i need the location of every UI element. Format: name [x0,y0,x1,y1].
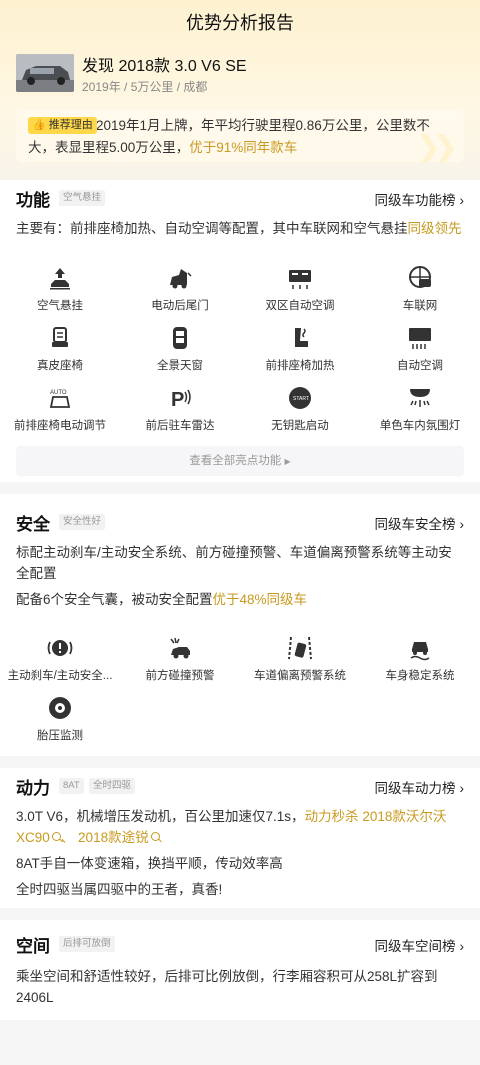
chevron-right-icon: › [459,939,465,954]
safety-item[interactable]: 车道偏离预警系统 [240,635,360,683]
feature-item[interactable]: START 无钥匙启动 [240,385,360,433]
power-highlight: 动力秒杀 [304,809,359,824]
power-line-3: 全时四驱当属四驱中的王者，真香! [16,882,223,897]
ambient-light-icon [410,389,430,407]
function-badge: 空气悬挂 [59,190,106,206]
feature-item[interactable]: 单色车内氛围灯 [360,385,480,433]
function-description: 主要有：前排座椅加热、自动空调等配置，其中车联网和空气悬挂同级领先 [16,221,462,236]
page-title: 优势分析报告 [186,13,294,33]
stability-control-icon [410,642,430,661]
seat-heating-icon [295,328,308,347]
feature-item[interactable]: 前排座椅加热 [240,325,360,373]
space-description: 乘坐空间和舒适性较好，后排可比例放倒，行李厢容积可从258L扩容到2406L [16,969,438,1005]
car-summary[interactable]: 发现 2018款 3.0 V6 SE 2019年 / 5万公里 / 成都 [16,48,456,96]
svg-text:AUTO: AUTO [50,390,67,396]
recommend-highlight: 优于91%同年款车 [189,140,298,155]
safety-badge: 安全性好 [59,514,106,530]
feature-item[interactable]: AUTO 前排座椅电动调节 [0,385,120,433]
power-header: 动力 8AT 全时四驱 同级车动力榜 › [16,768,464,802]
power-line-1: 3.0T V6，机械增压发动机，百公里加速仅7.1s，动力秒杀 2018款沃尔沃… [16,809,447,845]
safety-item[interactable]: 胎压监测 [0,695,120,743]
function-rank-link[interactable]: 同级车功能榜 › [375,189,465,209]
safety-description: 标配主动刹车/主动安全系统、前方碰撞预警、车道偏离预警系统等主动安全配置 [16,545,452,581]
parking-radar-icon: P [171,389,191,411]
feature-item[interactable]: 真皮座椅 [0,325,120,373]
safety-header: 安全 安全性好 同级车安全榜 › [16,504,464,538]
space-badge: 后排可放倒 [59,936,115,952]
feature-item[interactable]: 自动空调 [360,325,480,373]
power-badge-transmission: 8AT [59,778,84,794]
svg-text:P: P [171,389,184,411]
power-tailgate-icon [170,269,192,289]
air-suspension-icon [50,268,70,290]
function-card: 功能 空气悬挂 同级车功能榜 › 主要有：前排座椅加热、自动空调等配置，其中车联网… [0,180,480,482]
feature-item[interactable]: 空气悬挂 [0,265,120,313]
space-card: 空间 后排可放倒 同级车空间榜 › 乘坐空间和舒适性较好，后排可比例放倒，行李厢容… [0,920,480,1020]
car-thumbnail [16,54,74,92]
function-header: 功能 空气悬挂 同级车功能榜 › [16,180,464,214]
car-name: 发现 2018款 3.0 V6 SE [82,58,247,75]
car-meta: 2019年 / 5万公里 / 成都 [82,80,208,94]
chevron-right-icon: › [459,781,465,796]
compare-link-touareg[interactable]: 2018款途锐 [78,830,160,845]
safety-item[interactable]: 前方碰撞预警 [120,635,240,683]
triangle-right-icon: ▶ [284,457,291,466]
power-seat-icon: AUTO [49,390,71,408]
recommend-tag: 👍 推荐理由 [28,117,97,134]
safety-item[interactable]: 主动刹车/主动安全... [0,635,120,683]
feature-item[interactable]: 双区自动空调 [240,265,360,313]
svg-text:START: START [293,396,309,402]
space-rank-link[interactable]: 同级车空间榜 › [375,935,465,955]
chevron-right-icon: › [459,193,465,208]
active-brake-icon [47,640,73,656]
search-icon [150,832,160,841]
dual-zone-ac-icon [289,270,311,289]
search-icon [51,832,61,841]
power-card: 动力 8AT 全时四驱 同级车动力榜 › 3.0T V6，机械增压发动机，百公里加… [0,768,480,908]
feature-item[interactable]: 全景天窗 [120,325,240,373]
safety-airbag-text: 配备6个安全气囊，被动安全配置优于48%同级车 [16,592,308,607]
power-badge-drive: 全时四驱 [89,778,136,794]
collision-warning-icon [170,637,190,659]
header-area: 优势分析报告 发现 2018款 3.0 V6 SE 2019年 / 5万公里 /… [0,0,480,180]
feature-item[interactable]: 电动后尾门 [120,265,240,313]
chevron-right-icon: › [459,517,465,532]
view-all-features-button[interactable]: 查看全部亮点功能 ▶ [16,446,464,476]
connected-car-icon [409,266,431,288]
keyless-start-icon: START [289,387,311,409]
power-title: 动力 [16,779,50,798]
safety-rank-link[interactable]: 同级车安全榜 › [375,513,465,533]
safety-item[interactable]: 车身稳定系统 [360,635,480,683]
tire-pressure-icon [49,697,71,719]
power-line-2: 8AT手自一体变速箱，换挡平顺，传动效率高 [16,856,283,871]
leather-seat-icon [52,327,68,347]
safety-title: 安全 [16,515,50,534]
panoramic-sunroof-icon [173,327,187,349]
power-rank-link[interactable]: 同级车动力榜 › [375,777,465,797]
thumbs-up-icon: 👍 [32,119,46,131]
recommend-reason-box: ❯❯ 2019年1月上牌，年平均行驶里程0.86万公里，公里数不大，表显里程5.… [16,110,464,162]
auto-ac-icon [409,328,431,349]
lane-departure-icon [288,636,312,660]
feature-item[interactable]: P 前后驻车雷达 [120,385,240,433]
safety-card: 安全 安全性好 同级车安全榜 › 标配主动刹车/主动安全系统、前方碰撞预警、车道偏… [0,494,480,756]
feature-item[interactable]: 车联网 [360,265,480,313]
space-header: 空间 后排可放倒 同级车空间榜 › [16,926,464,960]
space-title: 空间 [16,937,50,956]
function-title: 功能 [16,191,50,210]
